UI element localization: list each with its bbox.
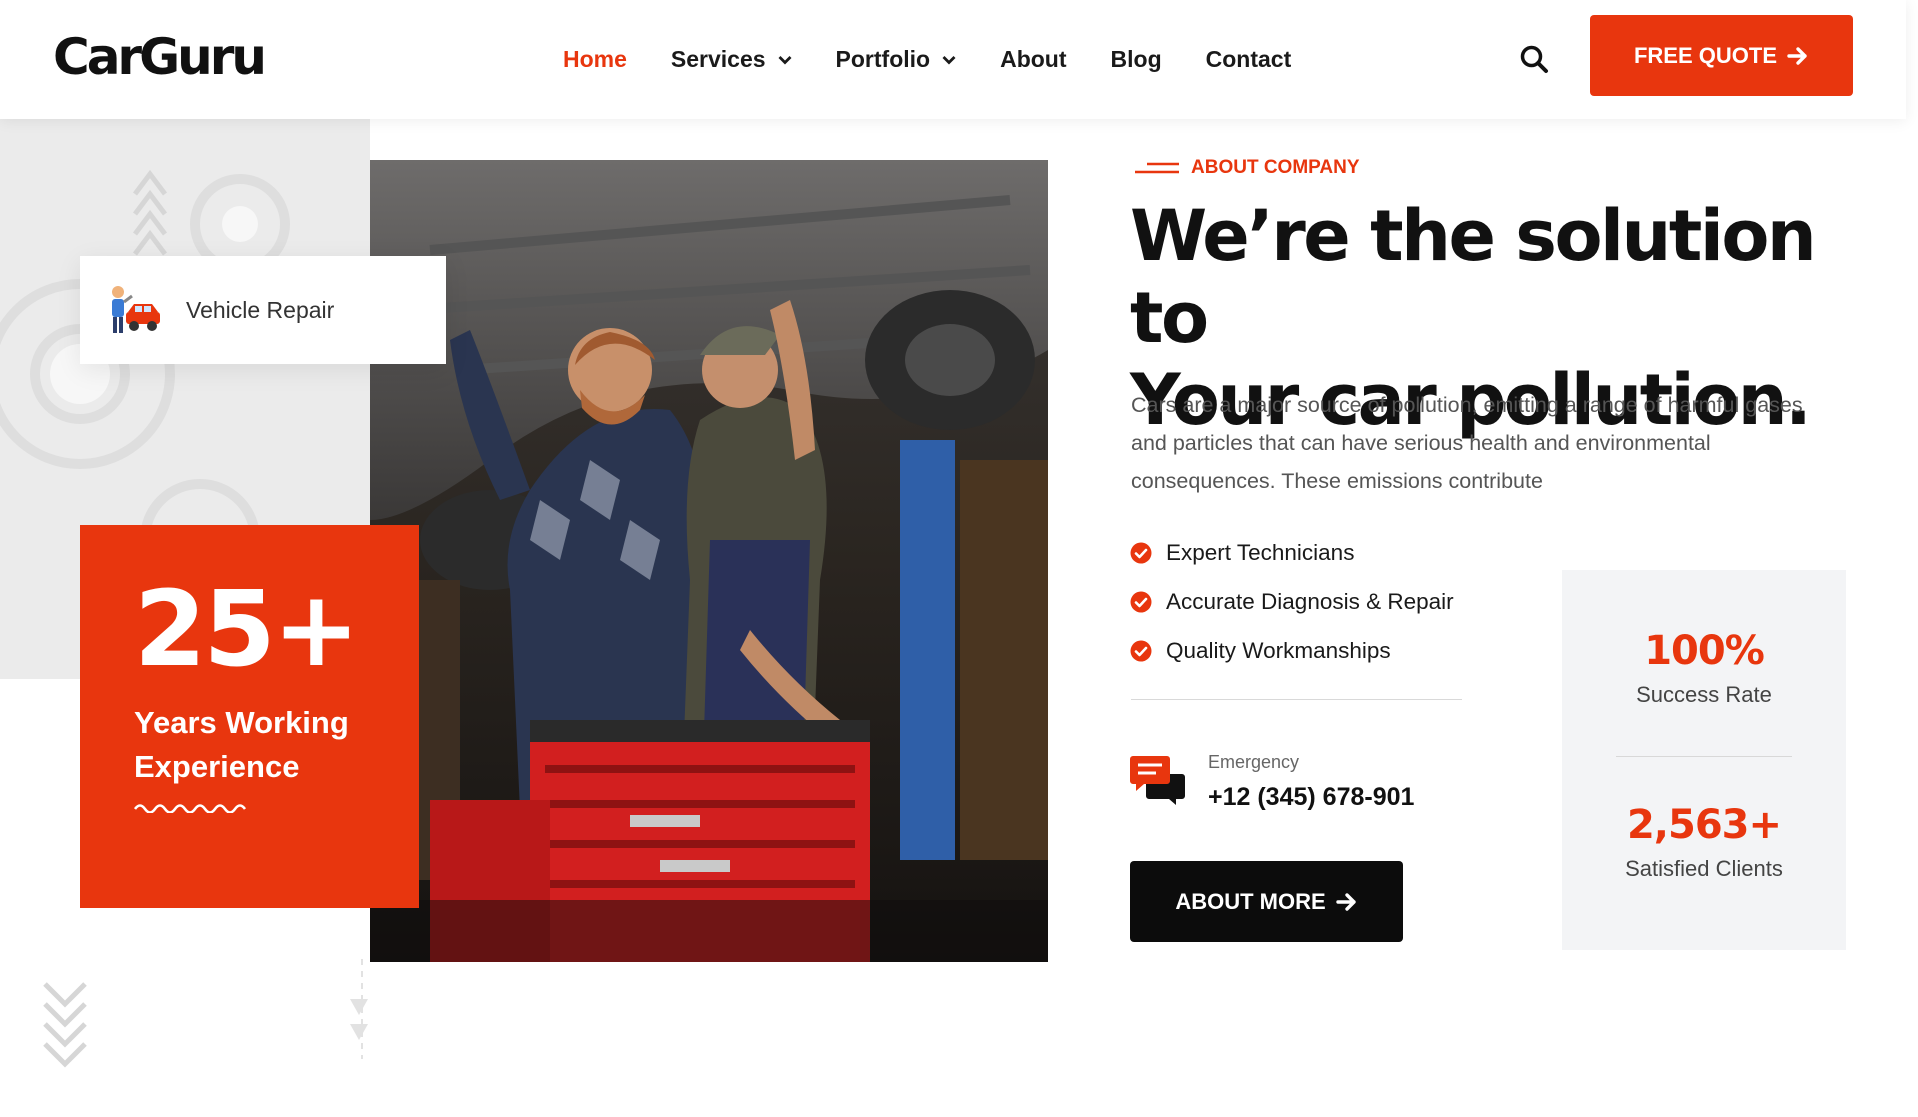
feature-label: Expert Technicians [1166,539,1355,565]
chevron-down-icon [778,55,792,64]
emergency-contact: Emergency +12 (345) 678-901 [1130,752,1414,812]
nav-item-label: Contact [1205,46,1292,72]
stat-label: Success Rate [1636,682,1772,707]
chevron-down-icon [942,55,956,64]
stat-success-rate: 100% Success Rate [1562,628,1846,708]
search-button[interactable] [1519,44,1549,79]
stat-value: 100% [1644,628,1765,674]
nav-item-services[interactable]: Services [671,46,792,73]
arrow-right-icon [1335,892,1356,911]
headline-line-1: We’re the solution to [1130,195,1817,359]
check-circle-icon [1130,640,1152,661]
section-description: Cars are a major source of pollution, em… [1131,393,1803,493]
nav-item-home[interactable]: Home [563,46,627,73]
arrow-right-icon [1787,46,1807,65]
emergency-label: Emergency [1208,752,1300,772]
chat-bubbles-icon [1130,756,1185,805]
nav-item-label: Blog [1110,46,1162,72]
stat-divider [1616,756,1792,757]
about-more-button[interactable]: ABOUT MORE [1130,861,1403,942]
experience-number: 25+ [134,568,360,690]
mechanics-photo [370,160,1048,962]
wave-divider-icon [134,804,247,813]
vehicle-repair-label: Vehicle Repair [186,296,335,323]
emergency-phone-link[interactable]: +12 (345) 678-901 [1208,783,1414,812]
main-nav: Home Services Portfolio About Blog Conta… [563,46,1335,73]
nav-item-contact[interactable]: Contact [1206,46,1292,73]
emergency-text: Emergency +12 (345) 678-901 [1208,752,1414,812]
eyebrow-label: ABOUT COMPANY [1191,157,1360,178]
stat-value: 2,563+ [1626,802,1782,848]
mechanic-car-icon [112,286,160,333]
list-item: Accurate Diagnosis & Repair [1130,577,1454,626]
section-divider [1131,699,1462,700]
feature-label: Accurate Diagnosis & Repair [1166,588,1454,614]
list-item: Quality Workmanships [1130,626,1454,675]
list-item: Expert Technicians [1130,528,1454,577]
free-quote-button[interactable]: FREE QUOTE [1590,15,1853,96]
nav-item-blog[interactable]: Blog [1111,46,1162,73]
nav-item-portfolio[interactable]: Portfolio [836,46,957,73]
site-header: CarGuru Home Services Portfolio About Bl… [0,0,1906,119]
site-logo[interactable]: CarGuru [53,28,267,86]
feature-label: Quality Workmanships [1166,637,1391,663]
nav-item-label: Services [670,46,766,72]
about-more-label: ABOUT MORE [1175,888,1326,914]
nav-item-label: About [1000,46,1067,72]
stat-label: Satisfied Clients [1625,856,1783,881]
check-circle-icon [1130,542,1152,563]
section-eyebrow: ABOUT COMPANY [1135,157,1360,179]
stats-panel: 100% Success Rate 2,563+ Satisfied Clien… [1562,570,1846,950]
experience-box: 25+ Years Working Experience [80,525,419,908]
experience-label: Years Working Experience [134,705,349,784]
check-circle-icon [1130,591,1152,612]
stat-satisfied-clients: 2,563+ Satisfied Clients [1562,802,1846,882]
double-line-icon [1135,162,1179,174]
vehicle-repair-card: Vehicle Repair [80,256,446,364]
nav-item-about[interactable]: About [1000,46,1066,73]
feature-list: Expert Technicians Accurate Diagnosis & … [1130,528,1454,675]
nav-item-label: Home [563,46,627,72]
search-icon [1520,45,1548,73]
nav-item-label: Portfolio [835,46,931,72]
free-quote-label: FREE QUOTE [1633,42,1777,68]
hero-image-mechanics [370,160,1048,962]
